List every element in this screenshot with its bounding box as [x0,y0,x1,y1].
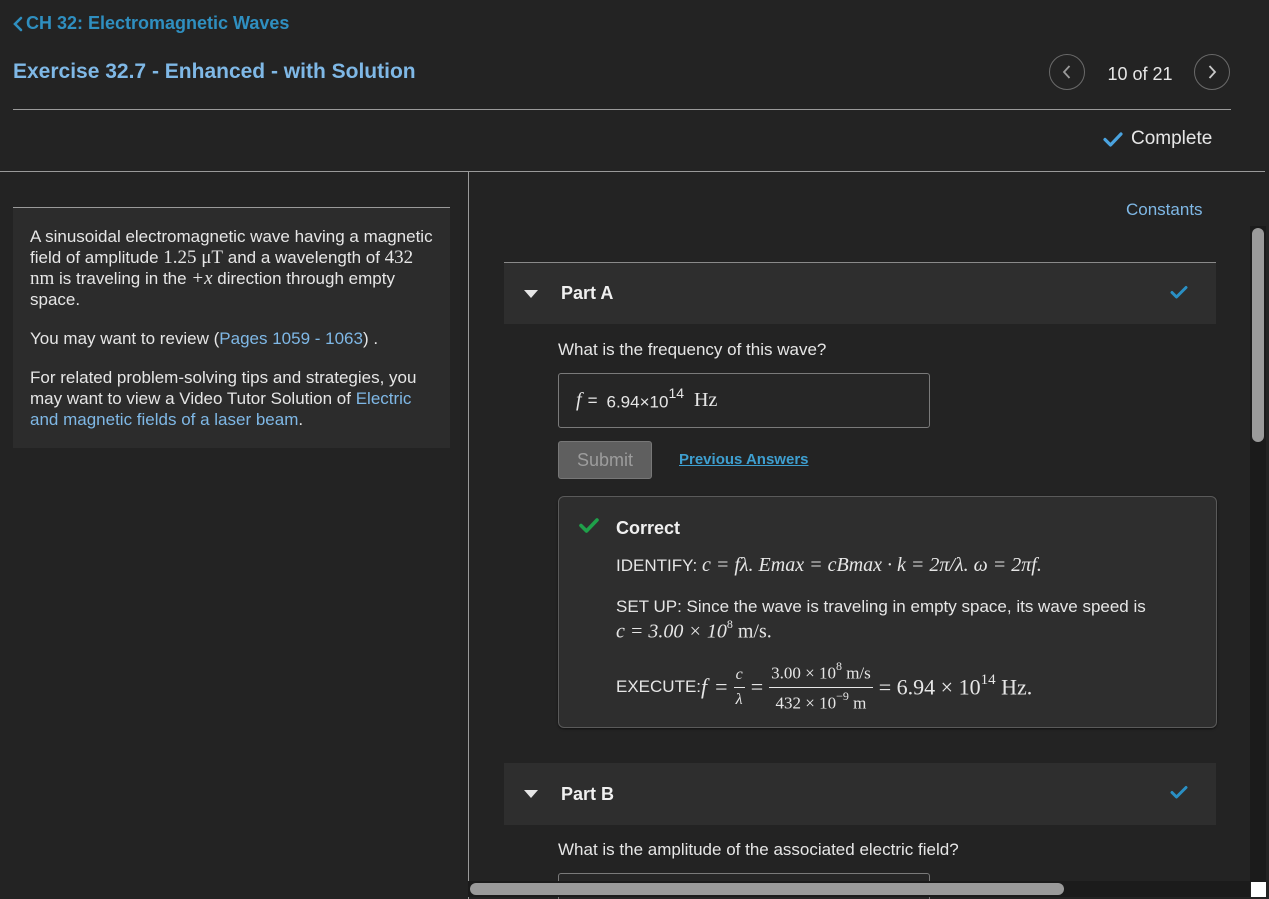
setup-line: SET UP: Since the wave is traveling in e… [616,597,1146,616]
checkmark-icon [1170,786,1188,799]
field-amplitude-value: 1.25 μT [163,247,224,268]
execute-label: EXECUTE: [616,677,702,696]
tips-text: . [298,410,304,429]
caret-down-icon [524,790,538,798]
review-text: You may want to review ( [30,329,220,348]
part-a-label: Part A [561,283,614,303]
problem-intro-panel: A sinusoidal electromagnetic wave having… [13,207,450,448]
completion-status: Complete [1103,128,1212,150]
correct-feedback-panel: Correct IDENTIFY: c = fλ. Emax = cBmax ·… [558,496,1217,728]
intro-text: and a wavelength of [223,248,385,267]
previous-answers-link[interactable]: Previous Answers [679,451,809,468]
breadcrumb-label: CH 32: Electromagnetic Waves [26,13,290,33]
part-a-answer-field[interactable]: f = 6.94×1014 Hz [558,373,930,428]
execute-equals: = [715,674,728,699]
part-a-question: What is the frequency of this wave? [558,340,827,359]
fraction-numerator: c [733,666,745,688]
answer-variable: f [576,389,582,411]
answer-exponent: 14 [668,385,685,402]
part-b-header[interactable]: Part B [504,763,1216,825]
chevron-right-icon [1208,65,1217,79]
numerator-exponent: 8 [835,658,842,673]
pane-divider [468,172,469,899]
identify-label: IDENTIFY: [616,556,702,575]
pages-link[interactable]: Pages 1059 - 1063 [219,329,363,348]
previous-item-button[interactable] [1049,54,1085,90]
fraction-denominator: 432 × 10−9 m [776,688,867,714]
chevron-left-icon [13,16,23,31]
execute-variable: f [701,674,708,699]
result-value: = 6.94 × 10 [878,674,981,700]
answer-equals: = [587,390,598,410]
numerator-value: 3.00 × 10 [771,663,836,683]
next-item-button[interactable] [1194,54,1230,90]
answer-mantissa: 6.94×10 [606,392,669,412]
setup-unit: m/s. [732,620,772,643]
denominator-unit: m [848,693,867,713]
pager-indicator: 10 of 21 [1107,64,1173,84]
setup-exponent: 8 [726,617,733,631]
setup-math-text: c = 3.00 × 10 [616,620,727,643]
vertical-scrollbar[interactable] [1250,226,1266,882]
part-a-header[interactable]: Part A [504,262,1216,324]
execute-equals: = [750,674,764,699]
numerator-unit: m/s [841,663,871,683]
checkmark-icon [1103,132,1123,147]
checkmark-icon [1170,286,1188,299]
execute-line: EXECUTE: f = c λ = 3.00 × 108 m/s 432 × … [616,657,1032,717]
fraction-denominator: λ [735,690,743,708]
constants-link[interactable]: Constants [1126,200,1203,220]
page-title: Exercise 32.7 - Enhanced - with Solution [13,60,416,83]
correct-check-icon [579,518,599,533]
tips-paragraph: For related problem-solving tips and str… [30,367,433,430]
part-b-question: What is the amplitude of the associated … [558,840,959,859]
header-divider [13,109,1231,110]
denominator-value: 432 × 10 [775,693,837,713]
fraction-numerator: 3.00 × 108 m/s [769,658,873,688]
horizontal-scrollbar[interactable] [468,881,1250,897]
answer-unit: Hz [694,389,718,411]
execute-fraction-numeric: 3.00 × 108 m/s 432 × 10−9 m [769,658,873,714]
vertical-scroll-thumb[interactable] [1252,228,1264,442]
status-label: Complete [1131,128,1213,149]
breadcrumb-link[interactable]: CH 32: Electromagnetic Waves [12,13,289,34]
denominator-exponent: −9 [836,688,849,703]
scrollbar-corner [1251,882,1266,897]
caret-down-icon [524,289,538,298]
answer-value: 6.94×1014 [606,385,685,413]
section-divider [0,171,1265,172]
submit-button[interactable]: Submit [558,441,652,479]
identify-line: IDENTIFY: c = fλ. Emax = cBmax · k = 2π/… [616,554,1042,577]
execute-result: = 6.94 × 1014 Hz. [878,671,1033,700]
intro-text: is traveling in the [54,269,192,288]
part-b-label: Part B [561,783,615,804]
review-paragraph: You may want to review (Pages 1059 - 106… [30,328,433,349]
direction-value: +x [191,268,213,289]
identify-math: c = fλ. Emax = cBmax · k = 2π/λ. ω = 2πf… [701,554,1042,576]
result-unit: Hz. [995,674,1033,700]
result-exponent: 14 [980,671,996,688]
execute-fraction-symbolic: c λ [733,666,745,709]
feedback-title: Correct [616,518,681,538]
horizontal-scroll-thumb[interactable] [470,883,1064,895]
setup-math: c = 3.00 × 108 m/s. [616,617,772,644]
review-text: ) . [362,329,379,348]
intro-paragraph: A sinusoidal electromagnetic wave having… [30,226,433,310]
chevron-left-icon [1062,65,1071,79]
